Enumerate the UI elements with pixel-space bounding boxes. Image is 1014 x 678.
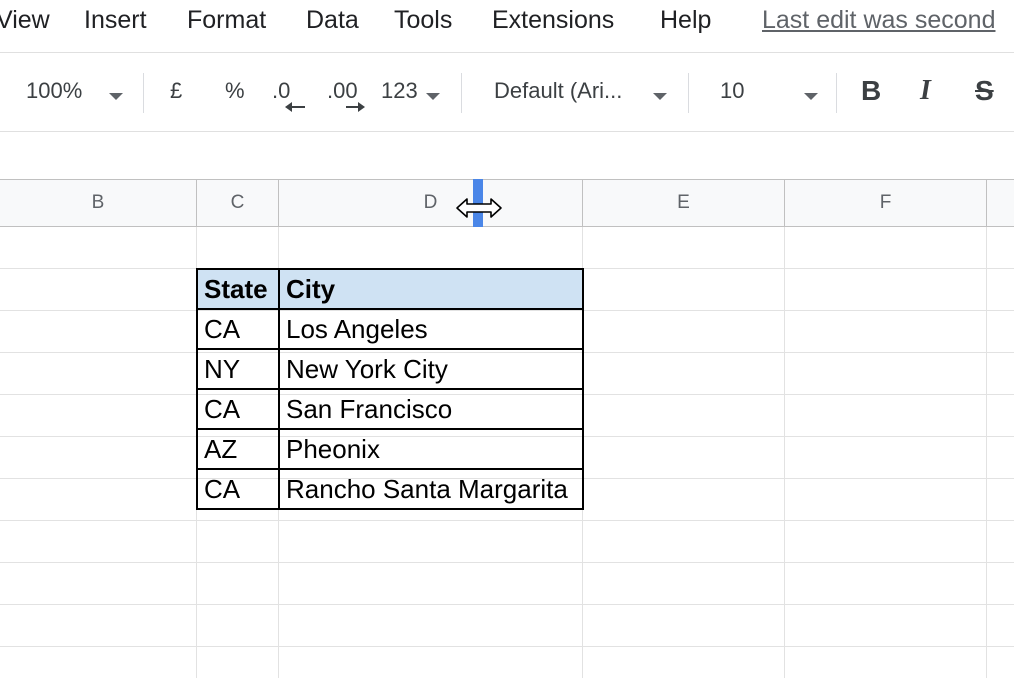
menu-extensions[interactable]: Extensions [492,6,614,35]
chevron-down-icon [109,82,123,108]
more-formats-label: 123 [381,78,418,104]
formula-bar[interactable] [0,132,1014,179]
city-cell[interactable]: Pheonix [279,429,583,469]
column-header-d[interactable]: D [279,180,583,226]
table-row: CA Los Angeles [197,309,583,349]
row-line [0,520,1014,521]
table-row: NY New York City [197,349,583,389]
arrow-right-icon [344,101,366,113]
city-cell[interactable]: New York City [279,349,583,389]
toolbar: 100% £ % .0 .00 123 Default (Ari... 10 B… [0,53,1014,131]
chevron-down-icon [804,82,818,108]
city-cell[interactable]: Los Angeles [279,309,583,349]
strikethrough-button[interactable]: S [975,75,994,107]
header-cell-state[interactable]: State [197,269,279,309]
menu-tools[interactable]: Tools [394,6,452,35]
state-cell[interactable]: CA [197,309,279,349]
data-table: State City CA Los Angeles NY New York Ci… [196,268,584,510]
menu-format[interactable]: Format [187,6,266,35]
column-header-e[interactable]: E [583,180,785,226]
font-name: Default (Ari... [494,78,622,104]
state-cell[interactable]: CA [197,469,279,509]
percent-button[interactable]: % [225,78,245,104]
table-row: CA San Francisco [197,389,583,429]
table-header-row: State City [197,269,583,309]
arrow-left-icon [285,101,307,113]
city-cell[interactable]: San Francisco [279,389,583,429]
column-header-row: B C D E F [0,179,1014,227]
column-header-f[interactable]: F [785,180,987,226]
zoom-value: 100% [26,78,82,104]
city-cell[interactable]: Rancho Santa Margarita [279,469,583,509]
menu-data[interactable]: Data [306,6,359,35]
last-edit-link[interactable]: Last edit was second [762,6,995,35]
menu-view[interactable]: View [0,6,50,35]
column-header-b[interactable]: B [0,180,197,226]
toolbar-divider [143,73,144,113]
column-line [986,227,987,678]
column-line [784,227,785,678]
column-header-c[interactable]: C [197,180,279,226]
toolbar-divider [461,73,462,113]
chevron-down-icon [426,82,440,108]
bold-button[interactable]: B [861,75,881,107]
table-row: CA Rancho Santa Margarita [197,469,583,509]
font-size-value: 10 [720,78,744,104]
toolbar-divider [836,73,837,113]
resize-horizontal-cursor-icon [455,196,503,220]
toolbar-divider [688,73,689,113]
menu-help[interactable]: Help [660,6,711,35]
state-cell[interactable]: CA [197,389,279,429]
state-cell[interactable]: NY [197,349,279,389]
menu-insert[interactable]: Insert [84,6,147,35]
currency-button[interactable]: £ [170,78,182,104]
row-line [0,562,1014,563]
chevron-down-icon [653,82,667,108]
menu-bar: View Insert Format Data Tools Extensions… [0,0,1014,46]
state-cell[interactable]: AZ [197,429,279,469]
row-line [0,604,1014,605]
italic-button[interactable]: I [920,75,931,107]
table-row: AZ Pheonix [197,429,583,469]
header-cell-city[interactable]: City [279,269,583,309]
row-line [0,646,1014,647]
